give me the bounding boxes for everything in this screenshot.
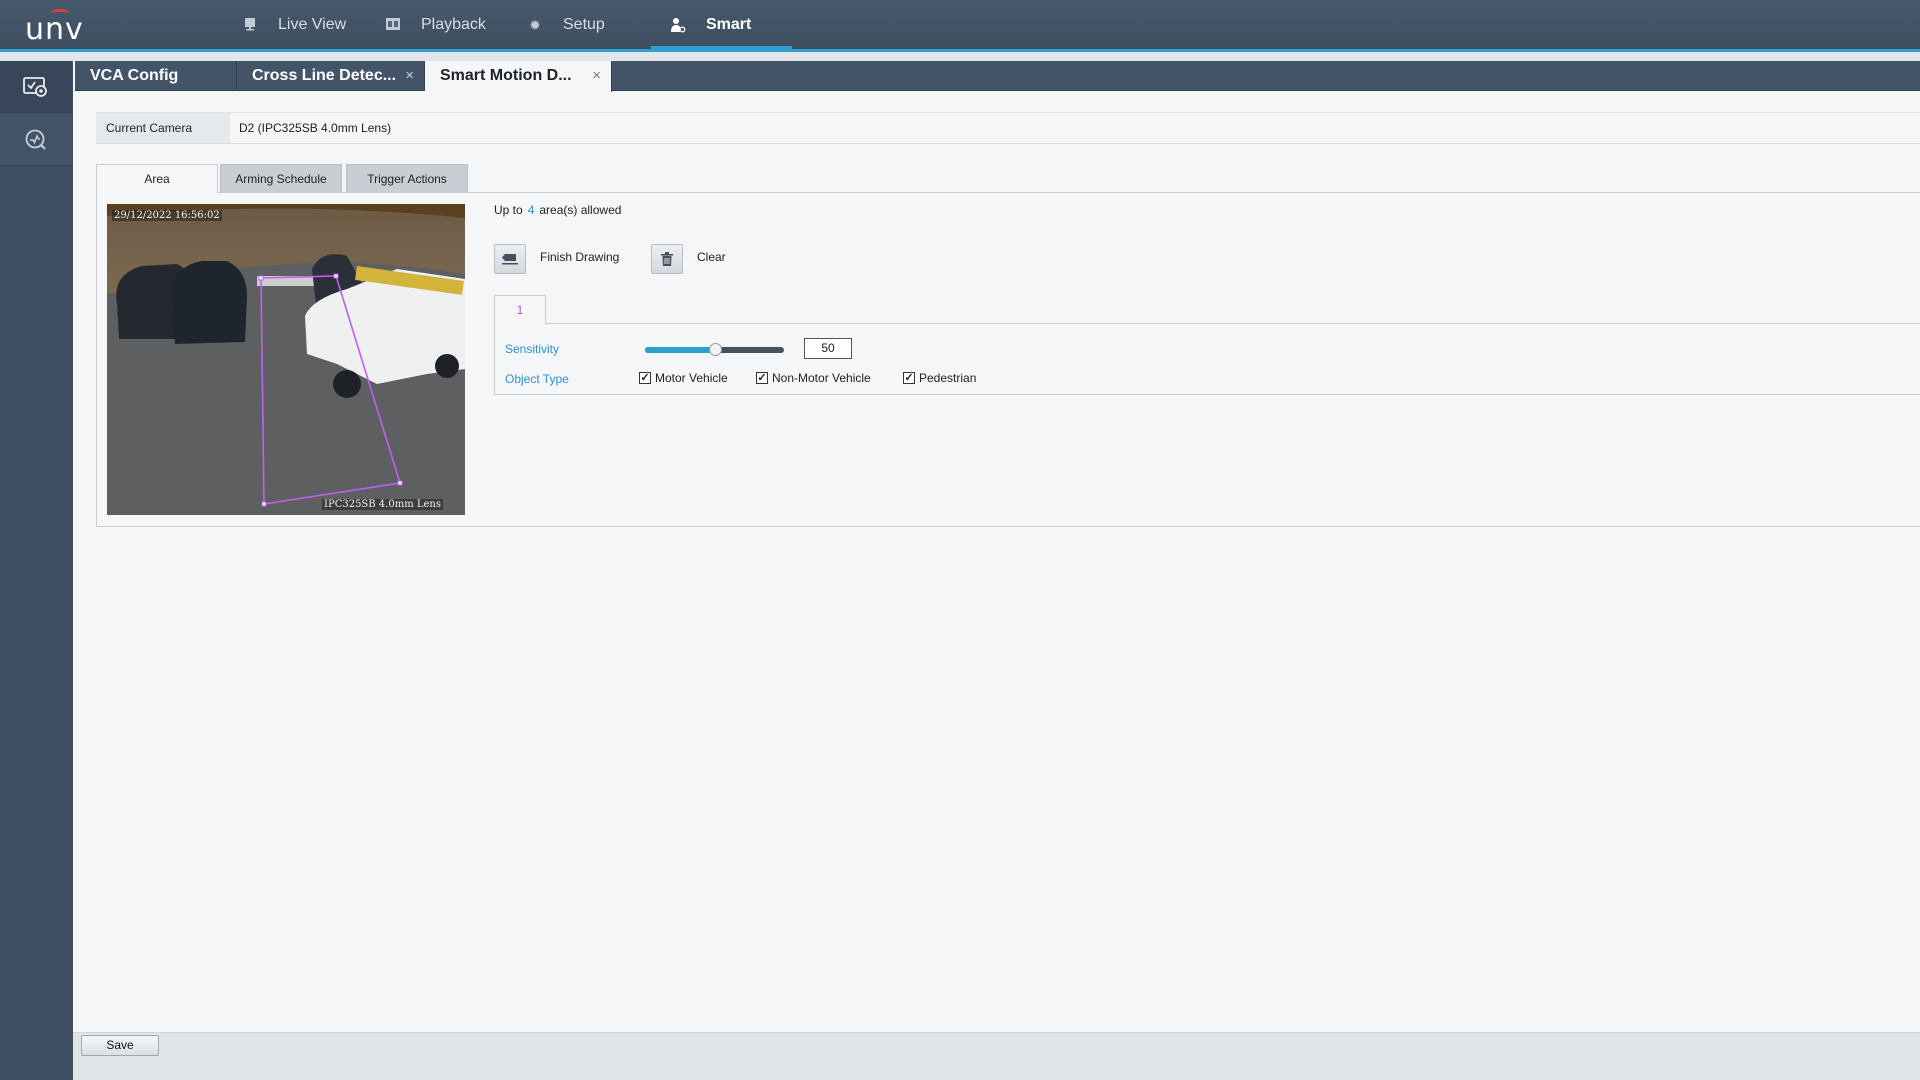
area-limit-info: Up to 4 area(s) allowed [494, 203, 621, 217]
tab-bar: VCA Config Cross Line Detec... × Smart M… [75, 61, 1920, 92]
tab-label: VCA Config [90, 67, 179, 84]
save-button[interactable]: Save [81, 1035, 159, 1056]
left-sidebar [0, 61, 73, 1080]
clear-label[interactable]: Clear [697, 250, 726, 264]
film-icon [385, 17, 401, 33]
tab-label: Cross Line Detec... [252, 67, 397, 84]
person-camera-icon [670, 17, 686, 33]
checkbox-pedestrian[interactable]: ✓ Pedestrian [903, 371, 976, 385]
current-camera-row: Current Camera D2 (IPC325SB 4.0mm Lens) [96, 112, 1920, 144]
sidebar-item-smart-search[interactable] [0, 114, 72, 166]
logo-text: unv [25, 12, 84, 47]
vca-config-icon [23, 76, 47, 97]
object-type-label: Object Type [505, 372, 569, 386]
trash-icon [661, 252, 673, 266]
unv-logo: unv [25, 8, 91, 47]
smart-search-icon [25, 129, 46, 150]
checkbox-non-motor-vehicle[interactable]: ✓ Non-Motor Vehicle [756, 371, 871, 385]
eraser-icon [502, 254, 518, 265]
polygon-vertex-handle[interactable] [397, 480, 403, 486]
sensitivity-label: Sensitivity [505, 342, 560, 356]
slider-thumb[interactable] [708, 343, 722, 356]
close-icon[interactable]: × [592, 61, 601, 91]
current-camera-label: Current Camera [96, 113, 230, 143]
max-areas-count: 4 [527, 203, 535, 217]
sensitivity-slider[interactable] [645, 343, 784, 356]
subtab-area[interactable]: Area [96, 164, 218, 193]
van-wheel [435, 354, 459, 378]
polygon-vertex-handle[interactable] [258, 275, 264, 281]
sensitivity-input[interactable]: 50 [804, 338, 852, 359]
checkbox-icon[interactable]: ✓ [903, 372, 915, 384]
monitor-icon [242, 17, 258, 33]
car-2 [172, 261, 247, 344]
nav-label: Live View [278, 15, 347, 33]
nav-smart[interactable]: Smart [670, 0, 751, 49]
nav-playback[interactable]: Playback [385, 0, 486, 49]
checkbox-icon[interactable]: ✓ [639, 372, 651, 384]
subtab-label: Trigger Actions [367, 172, 447, 186]
van-wheel [333, 370, 361, 398]
clear-button[interactable] [651, 244, 683, 274]
sidebar-item-vca-config[interactable] [0, 61, 72, 113]
info-suffix: area(s) allowed [539, 203, 622, 217]
footer-bar [73, 1032, 1920, 1080]
nav-label: Playback [421, 15, 486, 33]
checkbox-label: Motor Vehicle [655, 371, 728, 385]
nav-label: Setup [563, 15, 605, 33]
nav-label: Smart [706, 15, 752, 33]
camera-scene [107, 204, 465, 515]
polygon-vertex-handle[interactable] [261, 501, 267, 507]
tab-cross-line-detection[interactable]: Cross Line Detec... × [237, 61, 425, 91]
video-camera-osd: IPC325SB 4.0mm Lens [322, 499, 443, 510]
slider-fill [645, 347, 715, 353]
subtab-label: Arming Schedule [235, 172, 327, 186]
finish-drawing-button[interactable] [494, 244, 526, 274]
tab-label: Smart Motion D... [440, 67, 572, 84]
video-timestamp: 29/12/2022 16:56:02 [112, 210, 222, 221]
top-gap [0, 52, 1920, 61]
active-nav-indicator [651, 46, 792, 49]
checkbox-motor-vehicle[interactable]: ✓ Motor Vehicle [639, 371, 728, 385]
close-icon[interactable]: × [405, 61, 414, 91]
checkbox-icon[interactable]: ✓ [756, 372, 768, 384]
current-camera-value: D2 (IPC325SB 4.0mm Lens) [239, 121, 392, 135]
area-tab-1[interactable]: 1 [494, 295, 546, 324]
checkbox-label: Pedestrian [919, 371, 977, 385]
gear-icon: ✹ [529, 16, 541, 33]
subtab-label: Area [144, 172, 170, 186]
subtab-arming-schedule[interactable]: Arming Schedule [220, 164, 342, 192]
info-prefix: Up to [494, 203, 523, 217]
checkbox-label: Non-Motor Vehicle [772, 371, 871, 385]
polygon-vertex-handle[interactable] [333, 273, 339, 279]
area-tab-label: 1 [516, 303, 524, 317]
tab-smart-motion-detection[interactable]: Smart Motion D... × [425, 61, 612, 92]
camera-preview[interactable]: 29/12/2022 16:56:02 IPC325SB 4.0mm Lens [107, 204, 465, 515]
subtab-trigger-actions[interactable]: Trigger Actions [346, 164, 468, 192]
nav-setup[interactable]: ✹ Setup [527, 0, 605, 49]
nav-live-view[interactable]: Live View [242, 0, 346, 49]
tab-vca-config[interactable]: VCA Config [75, 61, 237, 91]
finish-drawing-label[interactable]: Finish Drawing [540, 250, 619, 264]
